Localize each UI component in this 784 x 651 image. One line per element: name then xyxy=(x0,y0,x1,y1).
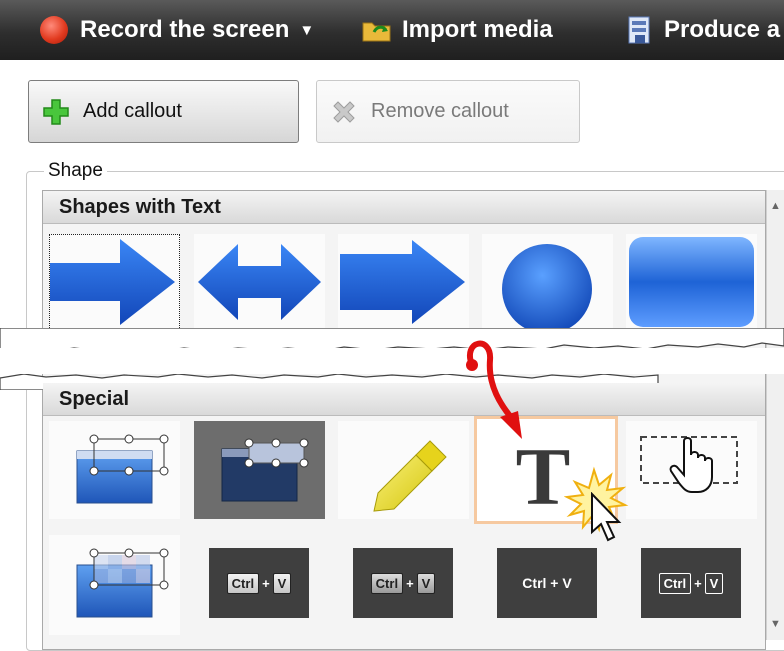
produce-button[interactable]: Produce a xyxy=(626,14,780,46)
import-label: Import media xyxy=(402,16,553,43)
record-screen-button[interactable]: Record the screen ▼ xyxy=(40,14,314,46)
scroll-up-icon[interactable]: ▲ xyxy=(770,200,781,212)
key-ctrl: Ctrl xyxy=(658,572,692,594)
key-plus: + xyxy=(406,575,414,591)
remove-callout-label: Remove callout xyxy=(371,100,509,122)
keystroke-text: Ctrl + V xyxy=(522,575,572,591)
special-window-pixelate[interactable] xyxy=(49,535,180,635)
svg-text:T: T xyxy=(516,431,571,521)
key-v: V xyxy=(416,572,436,594)
shape-arrow-pentagon[interactable] xyxy=(338,234,469,330)
add-callout-label: Add callout xyxy=(83,100,182,122)
key-v: V xyxy=(272,572,292,594)
section-header-special: Special xyxy=(43,383,765,416)
special-window-highlight[interactable] xyxy=(49,421,180,519)
add-callout-button[interactable]: Add callout xyxy=(28,80,299,143)
special-keystroke-gray-keys[interactable]: Ctrl + V xyxy=(353,548,453,618)
special-window-blur[interactable] xyxy=(194,421,325,519)
shape-arrow-right[interactable] xyxy=(49,234,180,330)
key-ctrl: Ctrl xyxy=(370,572,404,594)
import-media-button[interactable]: Import media xyxy=(362,14,553,46)
annotation-arrow-icon xyxy=(466,340,522,439)
x-icon xyxy=(329,97,359,127)
plus-icon xyxy=(41,97,71,127)
torn-paper-break xyxy=(0,328,784,390)
produce-label: Produce a xyxy=(664,16,781,43)
record-label: Record the screen xyxy=(80,16,290,43)
shape-arrow-double[interactable] xyxy=(194,234,325,330)
scroll-down-icon[interactable]: ▼ xyxy=(770,618,781,630)
special-keystroke-outline[interactable]: Ctrl + V xyxy=(641,548,741,618)
shape-rounded-rectangle[interactable] xyxy=(626,234,757,330)
gallery-scrollbar[interactable]: ▲ ▼ xyxy=(766,190,784,640)
key-plus: + xyxy=(694,575,702,591)
top-toolbar: Record the screen ▼ Import media Produce… xyxy=(0,0,784,60)
remove-callout-button[interactable]: Remove callout xyxy=(316,80,580,143)
produce-icon xyxy=(626,15,652,45)
special-keystroke-plain[interactable]: Ctrl + V xyxy=(497,548,597,618)
special-hotspot[interactable] xyxy=(626,421,757,519)
shape-group-label: Shape xyxy=(44,160,107,182)
record-icon xyxy=(40,16,68,44)
shape-circle[interactable] xyxy=(482,234,613,334)
key-v: V xyxy=(704,572,724,594)
folder-import-icon xyxy=(362,18,392,42)
mouse-cursor-icon xyxy=(591,492,622,542)
special-keystroke-light-keys[interactable]: Ctrl + V xyxy=(209,548,309,618)
section-header-shapes-with-text: Shapes with Text xyxy=(43,191,765,224)
chevron-down-icon[interactable]: ▼ xyxy=(299,22,314,39)
key-plus: + xyxy=(262,575,270,591)
key-ctrl: Ctrl xyxy=(226,572,260,594)
special-highlighter[interactable] xyxy=(338,421,469,519)
